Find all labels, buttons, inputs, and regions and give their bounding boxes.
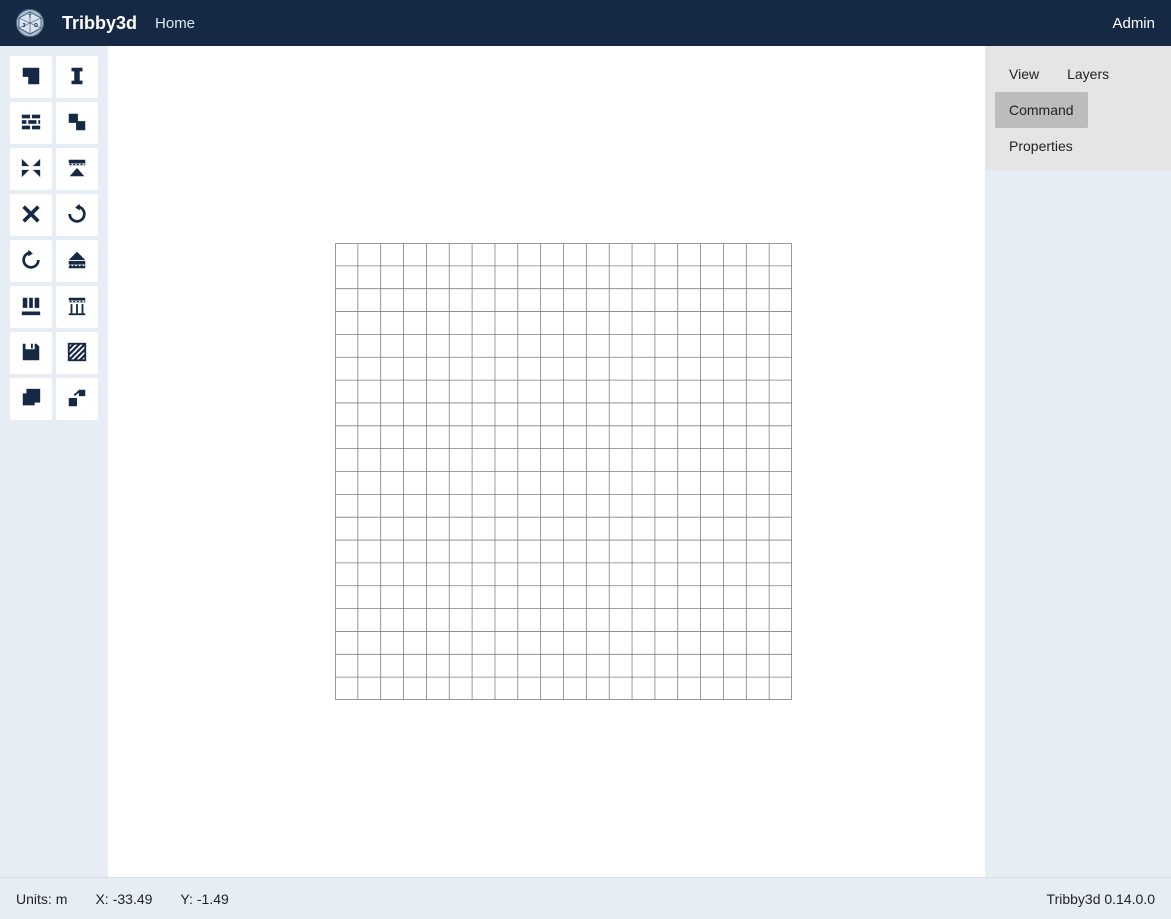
slab-icon (20, 65, 42, 90)
wall-icon (20, 111, 42, 136)
wall-tool[interactable] (10, 102, 52, 144)
areaload-icon (66, 295, 88, 320)
undo-tool[interactable] (56, 194, 98, 236)
hatch-tool[interactable] (56, 332, 98, 374)
areaload-tool[interactable] (56, 286, 98, 328)
svg-text:D: D (34, 23, 38, 29)
hatch-icon (66, 341, 88, 366)
tab-command[interactable]: Command (995, 92, 1088, 128)
save-tool[interactable] (10, 332, 52, 374)
header-left: T 3 D Tribby3d Home (16, 9, 195, 37)
opening-tool[interactable] (56, 102, 98, 144)
panel-tabs: View Layers Command Properties (985, 46, 1171, 164)
canvas[interactable] (108, 46, 985, 877)
linesupport-icon (66, 157, 88, 182)
close-tool[interactable] (10, 194, 52, 236)
tab-properties[interactable]: Properties (995, 128, 1087, 164)
status-units: Units: m (16, 891, 67, 907)
status-y: Y: -1.49 (180, 891, 228, 907)
slab-tool[interactable] (10, 56, 52, 98)
svg-text:T: T (28, 14, 31, 20)
move-icon (66, 387, 88, 412)
grid (335, 243, 792, 700)
status-x: X: -33.49 (95, 891, 152, 907)
app-logo-icon: T 3 D (16, 9, 44, 37)
statusbar: Units: m X: -33.49 Y: -1.49 Tribby3d 0.1… (0, 877, 1171, 919)
header: T 3 D Tribby3d Home Admin (0, 0, 1171, 46)
toolbar (0, 46, 108, 877)
trim-icon (20, 157, 42, 182)
opening-icon (66, 111, 88, 136)
linesupport-tool[interactable] (56, 148, 98, 190)
right-panel: View Layers Command Properties (985, 46, 1171, 877)
status-left: Units: m X: -33.49 Y: -1.49 (16, 891, 229, 907)
y-label: Y: (180, 891, 192, 907)
main: View Layers Command Properties (0, 46, 1171, 877)
redo-icon (20, 249, 42, 274)
svg-text:3: 3 (23, 23, 26, 29)
save-icon (20, 341, 42, 366)
x-value: -33.49 (113, 891, 153, 907)
units-value: m (56, 891, 68, 907)
trim-tool[interactable] (10, 148, 52, 190)
tab-layers[interactable]: Layers (1053, 56, 1123, 92)
pointload-icon (66, 249, 88, 274)
redo-tool[interactable] (10, 240, 52, 282)
copy-icon (20, 387, 42, 412)
panel-body (985, 170, 1171, 877)
version-label: Tribby3d 0.14.0.0 (1047, 891, 1155, 907)
units-label: Units: (16, 891, 52, 907)
column-icon (66, 65, 88, 90)
move-tool[interactable] (56, 378, 98, 420)
home-link[interactable]: Home (155, 15, 195, 32)
lineload-tool[interactable] (10, 286, 52, 328)
y-value: -1.49 (197, 891, 229, 907)
app-title: Tribby3d (62, 13, 137, 34)
x-label: X: (95, 891, 108, 907)
close-icon (20, 203, 42, 228)
lineload-icon (20, 295, 42, 320)
admin-link[interactable]: Admin (1112, 15, 1155, 32)
tab-view[interactable]: View (995, 56, 1053, 92)
undo-icon (66, 203, 88, 228)
copy-tool[interactable] (10, 378, 52, 420)
column-tool[interactable] (56, 56, 98, 98)
pointload-tool[interactable] (56, 240, 98, 282)
